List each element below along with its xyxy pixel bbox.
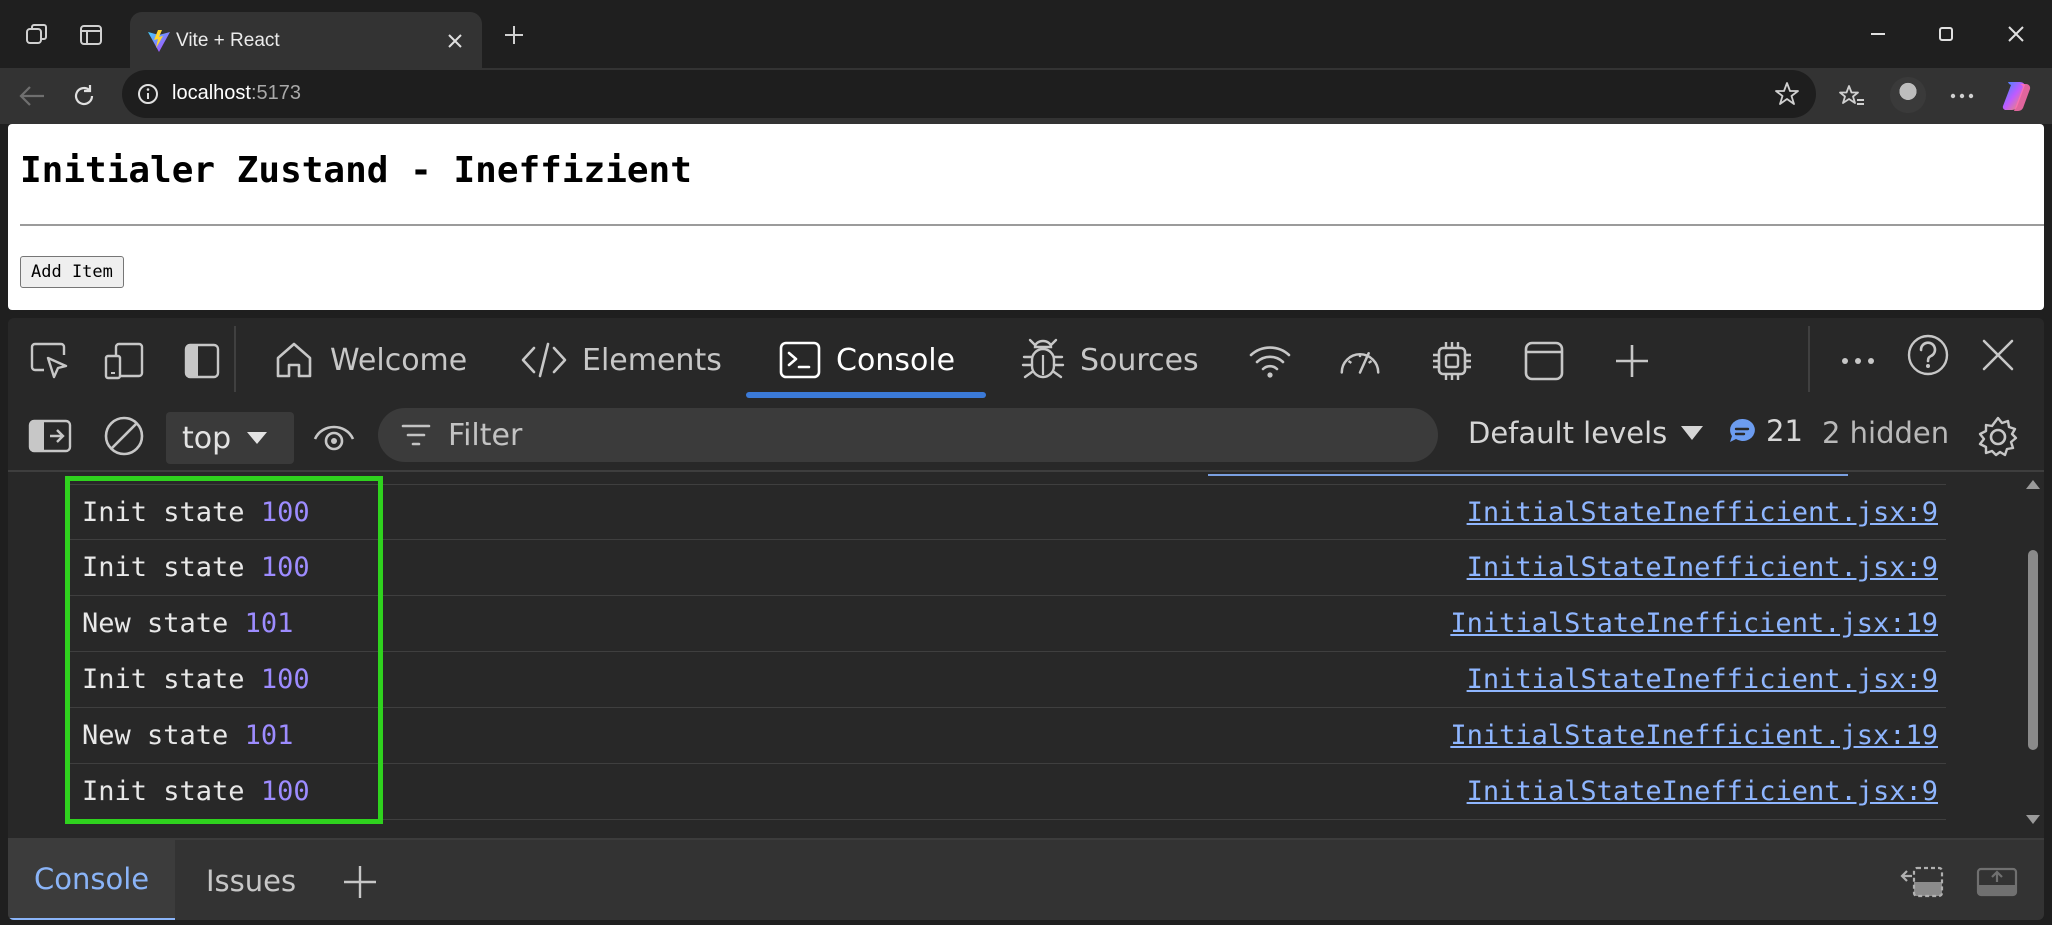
devtools-drawer: Console Issues	[8, 838, 2044, 920]
chevron-down-icon	[1681, 426, 1704, 440]
favorite-star-icon[interactable]	[1772, 79, 1802, 109]
tab-console-label: Console	[836, 342, 956, 378]
maximize-icon[interactable]	[1920, 14, 1972, 54]
window-close-icon[interactable]	[1990, 14, 2042, 54]
sidebar-toggle-icon[interactable]	[26, 414, 74, 458]
tab-console[interactable]: Console	[778, 334, 955, 386]
tab-sources-label: Sources	[1080, 342, 1199, 378]
console-source-link[interactable]: InitialStateInefficient.jsx:9	[1467, 776, 1938, 807]
filter-placeholder: Filter	[448, 418, 523, 453]
browser-window: Vite + React localhost:5173 Initialer Zu…	[0, 0, 2052, 925]
url-host: localhost	[172, 82, 251, 104]
devtools-panel: Welcome Elements Console Sources top Fil…	[8, 318, 2044, 920]
console-source-link[interactable]: InitialStateInefficient.jsx:19	[1450, 608, 1938, 639]
code-icon	[521, 342, 567, 378]
scroll-up-arrow-icon[interactable]	[2026, 480, 2040, 489]
back-icon[interactable]	[12, 78, 52, 114]
help-icon[interactable]	[1904, 332, 1952, 378]
tab-welcome-label: Welcome	[330, 342, 468, 378]
console-source-link[interactable]: InitialStateInefficient.jsx:19	[1450, 720, 1938, 751]
copilot-icon[interactable]	[1998, 76, 2038, 116]
green-highlight-box	[65, 476, 383, 824]
url-text: localhost:5173	[172, 82, 301, 105]
levels-label: Default levels	[1468, 416, 1668, 450]
clear-console-icon[interactable]	[100, 414, 148, 458]
profile-avatar[interactable]	[1890, 77, 1926, 113]
url-port: :5173	[250, 82, 301, 104]
workspaces-icon[interactable]	[20, 18, 54, 52]
drawer-add-tab-icon[interactable]	[338, 860, 382, 904]
memory-icon[interactable]	[1428, 338, 1476, 384]
site-info-icon[interactable]	[134, 80, 162, 108]
console-source-link[interactable]: InitialStateInefficient.jsx:9	[1467, 552, 1938, 583]
hidden-messages-count: 2 hidden	[1822, 416, 1950, 450]
dock-to-quick-view-icon[interactable]	[1900, 862, 1946, 902]
vite-logo-icon	[148, 30, 170, 52]
performance-icon[interactable]	[1336, 338, 1384, 384]
chevron-down-icon	[247, 432, 268, 444]
tab-welcome[interactable]: Welcome	[272, 334, 467, 386]
inspect-element-icon[interactable]	[26, 338, 74, 384]
address-bar[interactable]: localhost:5173	[122, 70, 1816, 118]
tab-elements-label: Elements	[582, 342, 722, 378]
close-devtools-icon[interactable]	[1974, 332, 2022, 378]
terminal-icon	[779, 341, 821, 379]
tab-actions-icon[interactable]	[74, 18, 108, 52]
filter-input[interactable]: Filter	[378, 408, 1438, 462]
drawer-tab-issues[interactable]: Issues	[180, 840, 322, 920]
scroll-down-arrow-icon[interactable]	[2026, 815, 2040, 824]
network-icon[interactable]	[1246, 338, 1294, 384]
live-expression-eye-icon[interactable]	[310, 414, 358, 458]
console-source-link[interactable]: InitialStateInefficient.jsx:9	[1467, 664, 1938, 695]
message-bubble-icon	[1730, 418, 1755, 442]
more-options-icon[interactable]	[1942, 78, 1982, 114]
devtools-toolbar: Welcome Elements Console Sources	[8, 318, 2044, 398]
dock-to-main-icon[interactable]	[1974, 862, 2020, 902]
refresh-icon[interactable]	[64, 78, 104, 114]
tab-elements[interactable]: Elements	[520, 334, 722, 386]
web-page: Initialer Zustand - Ineffizient Add Item	[8, 124, 2044, 310]
console-filter-bar: top Filter Default levels 21 2 hidden	[8, 402, 2044, 470]
tab-title: Vite + React	[176, 30, 280, 51]
context-value: top	[182, 420, 232, 456]
console-output: Init state 100 InitialStateInefficient.js…	[8, 472, 2044, 836]
application-icon[interactable]	[1520, 338, 1568, 384]
minimize-icon[interactable]	[1852, 14, 1904, 54]
clipped-previous-message	[1208, 472, 1848, 476]
console-scrollbar[interactable]	[2020, 472, 2044, 836]
console-source-link[interactable]: InitialStateInefficient.jsx:9	[1467, 497, 1938, 528]
filter-icon	[401, 424, 431, 446]
javascript-context-select[interactable]: top	[166, 412, 294, 464]
message-count-badge[interactable]: 21	[1728, 414, 1803, 448]
title-bar: Vite + React	[0, 0, 2052, 70]
navigation-bar: localhost:5173	[0, 68, 2052, 124]
tab-close-icon[interactable]	[440, 26, 470, 56]
bug-icon	[1021, 338, 1065, 379]
page-title: Initialer Zustand - Ineffizient	[20, 150, 692, 191]
device-emulation-icon[interactable]	[100, 338, 148, 384]
horizontal-rule	[20, 224, 2044, 226]
add-item-button[interactable]: Add Item	[20, 256, 124, 288]
message-count: 21	[1766, 414, 1803, 448]
log-levels-dropdown[interactable]: Default levels	[1468, 416, 1705, 450]
new-tab-icon[interactable]	[497, 18, 531, 52]
more-tools-plus-icon[interactable]	[1608, 338, 1656, 384]
console-settings-gear-icon[interactable]	[1974, 414, 2022, 460]
favorites-icon[interactable]	[1832, 78, 1872, 114]
drawer-tab-console[interactable]: Console	[8, 840, 176, 920]
tab-sources[interactable]: Sources	[1020, 334, 1199, 386]
browser-tab[interactable]: Vite + React	[130, 12, 482, 70]
dock-side-icon[interactable]	[178, 338, 226, 384]
home-icon	[276, 342, 312, 378]
customize-menu-icon[interactable]	[1834, 338, 1882, 384]
scroll-thumb[interactable]	[2028, 550, 2038, 750]
active-tab-indicator	[746, 392, 986, 398]
